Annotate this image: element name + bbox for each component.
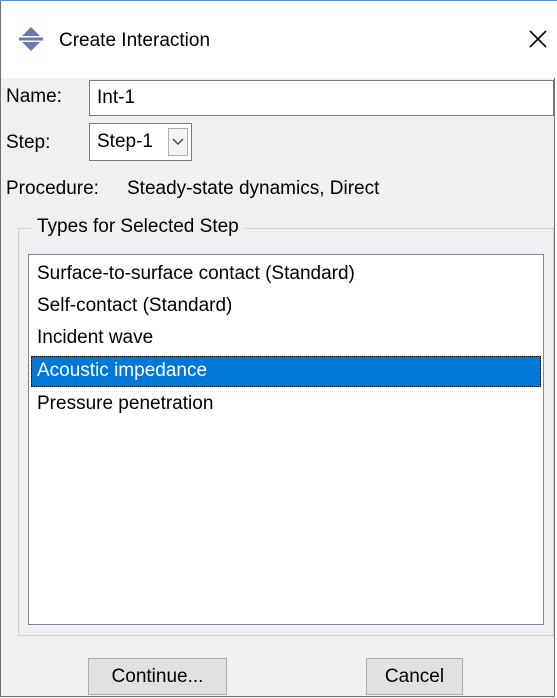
types-listbox[interactable]: Surface-to-surface contact (Standard) Se… <box>28 254 544 625</box>
step-select-value: Step-1 <box>97 131 153 152</box>
types-group-title: Types for Selected Step <box>31 216 245 238</box>
name-label: Name: <box>6 86 62 107</box>
list-item-self-contact[interactable]: Self-contact (Standard) <box>31 291 541 322</box>
list-item-acoustic-impedance[interactable]: Acoustic impedance <box>31 356 541 387</box>
step-dropdown-button[interactable] <box>168 128 188 156</box>
close-button[interactable] <box>521 22 555 56</box>
name-input[interactable]: Int-1 <box>89 80 554 116</box>
close-icon <box>529 30 547 48</box>
cancel-button[interactable]: Cancel <box>366 658 463 695</box>
window-top-border <box>0 0 557 1</box>
list-item-surface-to-surface-contact[interactable]: Surface-to-surface contact (Standard) <box>31 259 541 290</box>
chevron-down-icon <box>172 138 184 145</box>
step-label: Step: <box>6 132 51 153</box>
list-item-pressure-penetration[interactable]: Pressure penetration <box>31 389 541 420</box>
interaction-icon <box>18 26 44 52</box>
step-select[interactable]: Step-1 <box>89 123 192 161</box>
continue-button[interactable]: Continue... <box>88 658 227 695</box>
dialog-title: Create Interaction <box>59 30 211 51</box>
title-bar: Create Interaction <box>1 0 556 78</box>
create-interaction-dialog: Create Interaction Name: Int-1 Step: Ste… <box>0 0 556 697</box>
procedure-value: Steady-state dynamics, Direct <box>127 178 380 199</box>
list-item-incident-wave[interactable]: Incident wave <box>31 323 541 354</box>
procedure-label: Procedure: <box>6 178 99 199</box>
